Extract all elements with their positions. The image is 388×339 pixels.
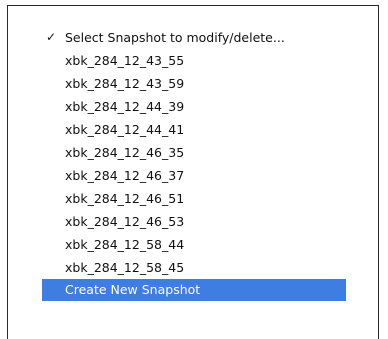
snapshot-item-label: xbk_284_12_44_39: [65, 99, 185, 114]
snapshot-item[interactable]: xbk_284_12_46_53: [8, 210, 378, 233]
snapshot-item-label: xbk_284_12_58_44: [65, 237, 185, 252]
snapshot-menu: ✓ Select Snapshot to modify/delete... xb…: [8, 26, 378, 301]
snapshot-item[interactable]: xbk_284_12_43_59: [8, 72, 378, 95]
snapshot-item-label: xbk_284_12_46_37: [65, 168, 185, 183]
snapshot-item-label: xbk_284_12_43_59: [65, 76, 185, 91]
snapshot-item[interactable]: xbk_284_12_44_39: [8, 95, 378, 118]
create-new-snapshot-item[interactable]: Create New Snapshot: [42, 279, 346, 301]
snapshot-item-label: xbk_284_12_46_53: [65, 214, 185, 229]
snapshot-item-label: xbk_284_12_46_35: [65, 145, 185, 160]
checkmark-icon: ✓: [45, 30, 57, 44]
snapshot-item-label: xbk_284_12_44_41: [65, 122, 185, 137]
snapshot-item[interactable]: xbk_284_12_43_55: [8, 49, 378, 72]
snapshot-item[interactable]: xbk_284_12_58_45: [8, 256, 378, 279]
snapshot-popup-frame: ✓ Select Snapshot to modify/delete... xb…: [7, 5, 379, 339]
snapshot-item[interactable]: xbk_284_12_44_41: [8, 118, 378, 141]
snapshot-item-label: xbk_284_12_43_55: [65, 53, 185, 68]
snapshot-item[interactable]: xbk_284_12_46_35: [8, 141, 378, 164]
menu-item-select-snapshot[interactable]: ✓ Select Snapshot to modify/delete...: [8, 26, 378, 49]
menu-item-label: Select Snapshot to modify/delete...: [65, 30, 285, 45]
snapshot-item[interactable]: xbk_284_12_46_51: [8, 187, 378, 210]
snapshot-item-label: xbk_284_12_46_51: [65, 191, 185, 206]
snapshot-item-label: xbk_284_12_58_45: [65, 260, 185, 275]
snapshot-item[interactable]: xbk_284_12_46_37: [8, 164, 378, 187]
snapshot-item[interactable]: xbk_284_12_58_44: [8, 233, 378, 256]
create-new-snapshot-label: Create New Snapshot: [65, 282, 201, 297]
